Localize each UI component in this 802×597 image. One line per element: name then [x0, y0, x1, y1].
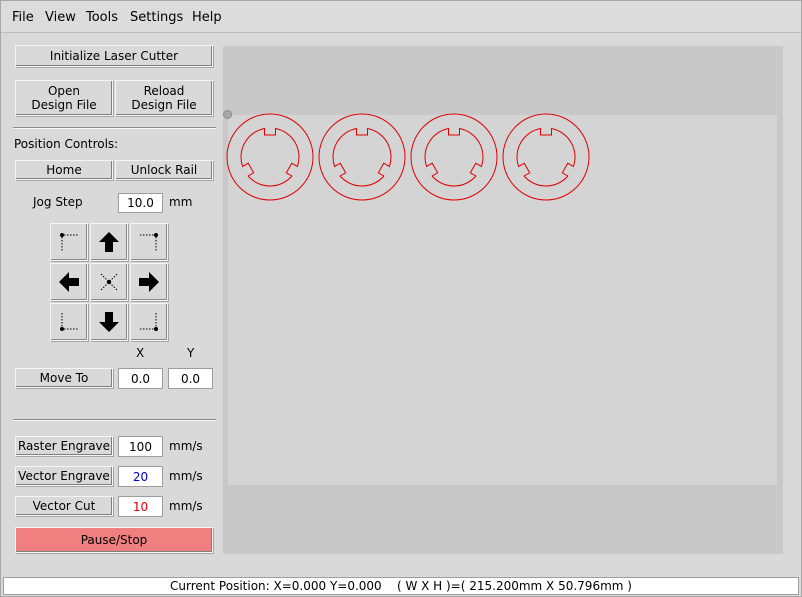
arrow-up-icon	[99, 232, 119, 252]
jog-down-left-button[interactable]	[50, 303, 88, 341]
vector-cut-speed-unit: mm/s	[169, 499, 203, 513]
status-bar: Current Position: X=0.000 Y=0.000 ( W X …	[3, 577, 799, 595]
vector-engrave-speed-unit: mm/s	[169, 469, 203, 483]
design-part-outer-ring	[410, 113, 498, 201]
pause-stop-button[interactable]: Pause/Stop	[15, 527, 213, 553]
jog-step-unit: mm	[169, 195, 193, 209]
arrow-right-icon	[139, 272, 159, 292]
raster-speed-input[interactable]: 100	[118, 436, 163, 457]
design-part-inner-cutout	[516, 127, 576, 187]
design-part-outer-ring	[226, 113, 314, 201]
jog-up-left-icon	[60, 233, 78, 251]
jog-step-label: Jog Step	[33, 195, 83, 209]
jog-down-right-icon	[140, 313, 158, 331]
separator	[13, 419, 216, 421]
move-y-input[interactable]: 0.0	[168, 368, 213, 389]
jog-right-button[interactable]	[130, 263, 168, 301]
vector-engrave-speed-input[interactable]: 20	[118, 466, 163, 487]
arrow-down-icon	[99, 312, 119, 332]
jog-left-button[interactable]	[50, 263, 88, 301]
design-part-inner-cutout	[332, 127, 392, 187]
open-design-file-button[interactable]: Open Design File	[15, 80, 113, 116]
design-part-inner-cutout	[240, 127, 300, 187]
raster-engrave-button[interactable]: Raster Engrave	[15, 436, 113, 456]
jog-down-button[interactable]	[90, 303, 128, 341]
arrow-left-icon	[59, 272, 79, 292]
menu-file[interactable]: File	[12, 10, 34, 25]
jog-center-button[interactable]	[90, 263, 128, 301]
separator	[13, 127, 216, 129]
vector-cut-button[interactable]: Vector Cut	[15, 496, 113, 516]
menu-view[interactable]: View	[45, 10, 76, 25]
x-coordinate-label: X	[136, 346, 145, 360]
jog-center-icon	[100, 273, 118, 291]
vector-engrave-button[interactable]: Vector Engrave	[15, 466, 113, 486]
home-button[interactable]: Home	[15, 160, 113, 180]
menu-tools[interactable]: Tools	[86, 10, 118, 25]
jog-down-right-button[interactable]	[130, 303, 168, 341]
vector-cut-speed-input[interactable]: 10	[118, 496, 163, 517]
menu-help[interactable]: Help	[192, 10, 222, 25]
design-part-outer-ring	[502, 113, 590, 201]
design-part-outer-ring	[318, 113, 406, 201]
initialize-laser-cutter-button[interactable]: Initialize Laser Cutter	[15, 45, 213, 67]
design-preview	[226, 113, 590, 201]
move-x-input[interactable]: 0.0	[118, 368, 163, 389]
jog-step-input[interactable]: 10.0	[118, 193, 163, 213]
design-part-inner-cutout	[424, 127, 484, 187]
menu-settings[interactable]: Settings	[130, 10, 183, 25]
jog-up-button[interactable]	[90, 223, 128, 261]
jog-up-right-button[interactable]	[130, 223, 168, 261]
jog-up-right-icon	[140, 233, 158, 251]
reload-design-file-button[interactable]: Reload Design File	[115, 80, 213, 116]
y-coordinate-label: Y	[187, 346, 195, 360]
menu-bar: File View Tools Settings Help	[1, 1, 801, 33]
unlock-rail-button[interactable]: Unlock Rail	[115, 160, 213, 180]
jog-up-left-button[interactable]	[50, 223, 88, 261]
raster-speed-unit: mm/s	[169, 439, 203, 453]
position-controls-label: Position Controls:	[14, 137, 119, 151]
move-to-button[interactable]: Move To	[15, 368, 113, 388]
jog-down-left-icon	[60, 313, 78, 331]
